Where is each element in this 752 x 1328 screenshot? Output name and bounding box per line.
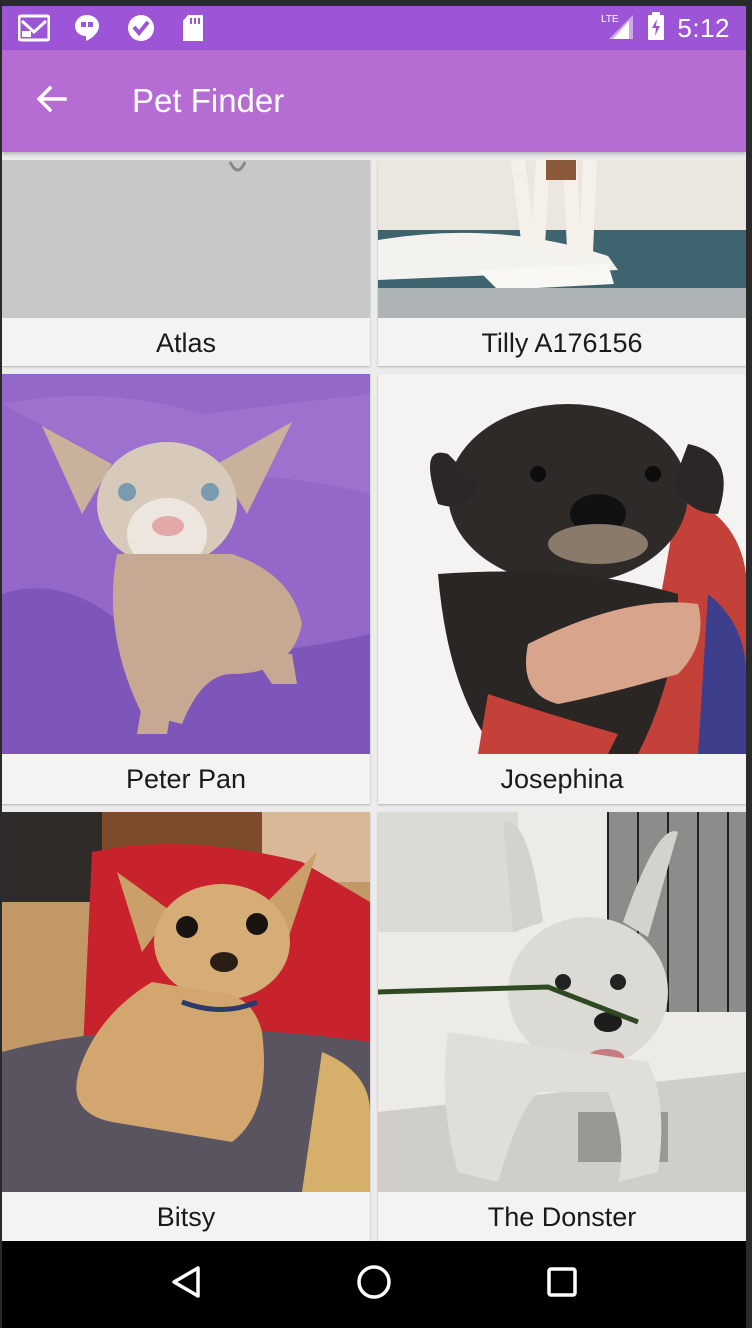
pet-name: The Donster <box>487 1201 637 1232</box>
pet-photo <box>2 374 370 754</box>
sd-card-icon <box>180 13 212 43</box>
nav-back-icon <box>168 1264 204 1305</box>
battery-icon <box>647 11 665 46</box>
notification-icons <box>2 13 212 43</box>
pet-photo <box>378 160 746 318</box>
page-title: Pet Finder <box>132 82 285 119</box>
screen: LTE 5:12 Pet Finder Atlas Tilly A176156 … <box>2 6 746 1328</box>
pet-photo <box>2 812 370 1192</box>
navigation-bar <box>2 1241 746 1328</box>
pet-grid[interactable]: Atlas Tilly A176156 Peter Pan Josephina … <box>2 160 746 1241</box>
pet-card[interactable]: The Donster <box>378 812 746 1241</box>
nav-recents-icon <box>545 1265 579 1304</box>
pet-name: Bitsy <box>156 1201 216 1232</box>
system-icons: LTE 5:12 <box>599 11 746 46</box>
pet-photo <box>378 812 746 1192</box>
check-icon <box>126 13 158 43</box>
hangouts-icon <box>72 13 104 43</box>
pet-card[interactable]: Tilly A176156 <box>378 160 746 366</box>
nav-home-button[interactable] <box>344 1255 404 1315</box>
pet-name: Atlas <box>155 327 217 358</box>
pet-card[interactable]: Peter Pan <box>2 374 370 804</box>
network-type: LTE <box>601 14 619 25</box>
gmail-icon <box>17 13 51 43</box>
nav-back-button[interactable] <box>156 1255 216 1315</box>
pet-photo <box>2 160 370 318</box>
pet-name: Peter Pan <box>125 763 247 794</box>
pet-card[interactable]: Atlas <box>2 160 370 366</box>
nav-recents-button[interactable] <box>532 1255 592 1315</box>
device-frame: LTE 5:12 Pet Finder Atlas Tilly A176156 … <box>0 0 752 1328</box>
signal-icon: LTE <box>599 11 635 46</box>
pet-card[interactable]: Bitsy <box>2 812 370 1241</box>
app-bar: Pet Finder <box>2 50 746 152</box>
nav-home-icon <box>355 1263 393 1306</box>
pet-card[interactable]: Josephina <box>378 374 746 804</box>
pet-name: Josephina <box>500 763 624 794</box>
arrow-back-icon <box>35 82 69 121</box>
back-button[interactable] <box>16 65 88 137</box>
pet-name: Tilly A176156 <box>481 327 643 358</box>
status-time: 5:12 <box>677 12 730 43</box>
status-bar: LTE 5:12 <box>2 6 746 50</box>
pet-photo <box>378 374 746 754</box>
